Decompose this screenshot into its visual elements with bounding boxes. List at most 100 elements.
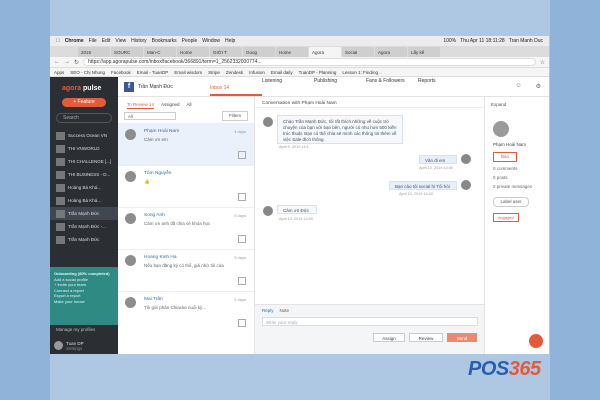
bookmark-item[interactable]: Email - TuanDP (137, 70, 169, 75)
tab-all[interactable]: All (187, 102, 192, 109)
type-select[interactable]: All (124, 112, 176, 120)
bookmark-item[interactable]: Stripe (208, 70, 220, 75)
sidebar-profile-item[interactable]: Hoàng Bá Khá... (50, 194, 118, 207)
assign-button[interactable]: Assign (373, 333, 405, 342)
send-button[interactable]: Send (447, 333, 477, 342)
agorapulse-logo[interactable]: agora pulse (50, 77, 118, 92)
sidebar-profile-item-active[interactable]: Trần Mạnh Đức (50, 207, 118, 220)
tab-note[interactable]: Note (280, 308, 290, 313)
tab-fans-followers[interactable]: Fans & Followers (366, 78, 418, 96)
menu-chrome[interactable]: Chrome (65, 38, 84, 44)
list-item[interactable]: Phạm Hoài Nam Cảm ơn em 4 days (118, 123, 254, 165)
facebook-icon: f (124, 81, 134, 92)
settings-icon[interactable]: ⚙ (536, 83, 541, 90)
sidebar-search-input[interactable]: Search (56, 113, 112, 123)
current-user[interactable]: Tuan DP Settings (50, 337, 118, 354)
avatar (125, 213, 136, 224)
forward-icon[interactable]: → (64, 59, 70, 65)
reload-icon[interactable]: ↻ (74, 59, 79, 66)
battery-status[interactable]: 100% (443, 38, 456, 44)
browser-tab[interactable]: Home (177, 47, 209, 57)
bookmark-item[interactable]: Email wisdom (174, 70, 202, 75)
onboarding-panel[interactable]: Onboarding (80% completed) Add a social … (50, 267, 118, 325)
user-menu[interactable]: Tran Manh Duc (509, 38, 543, 44)
list-item[interactable]: Tôm Nguyễn 👍 (118, 165, 254, 207)
browser-tab[interactable]: Home (276, 47, 308, 57)
list-item[interactable]: Mai Trần Tôi gửi phản Chiacke nuổi kỳ...… (118, 291, 254, 333)
menu-history[interactable]: History (131, 38, 147, 44)
reply-input[interactable]: Write your reply (262, 317, 478, 326)
menu-window[interactable]: Window (202, 38, 220, 44)
bookmark-item[interactable]: Zendesk (226, 70, 243, 75)
tab-assigned[interactable]: Assigned (161, 102, 180, 109)
browser-tab[interactable]: 2019 (78, 47, 110, 57)
avatar (461, 154, 471, 164)
expand-link[interactable]: Expand (485, 97, 549, 107)
review-checkbox[interactable] (238, 151, 246, 159)
menu-help[interactable]: Help (225, 38, 235, 44)
sidebar-profile-item[interactable]: Trần Mạnh Đức (50, 233, 118, 246)
review-button[interactable]: Review (409, 333, 443, 342)
feature-button[interactable]: + Feature (62, 98, 106, 107)
tab-reports[interactable]: Reports (418, 78, 470, 96)
review-checkbox[interactable] (238, 277, 246, 285)
bookmark-item[interactable]: SEO - Chị Nhung (70, 70, 105, 75)
filters-button[interactable]: Filters (222, 111, 248, 121)
menu-people[interactable]: People (182, 38, 198, 44)
user-tag[interactable]: engaged (493, 213, 519, 222)
star-icon[interactable]: ☆ (540, 59, 545, 66)
review-checkbox[interactable] (238, 235, 246, 243)
bookmarks-bar: Apps SEO - Chị Nhung Facebook Email - Tu… (50, 68, 549, 77)
url-field[interactable]: https://app.agorapulse.com/inbox/faceboo… (83, 58, 536, 66)
browser-tab[interactable]: Social (342, 47, 374, 57)
browser-tab[interactable]: Agora (375, 47, 407, 57)
menu-bookmarks[interactable]: Bookmarks (152, 38, 177, 44)
back-icon[interactable]: ← (54, 59, 60, 65)
clock[interactable]: Thu Apr 11 18:11:28 (460, 38, 505, 44)
bookmark-item[interactable]: Email daily (271, 70, 293, 75)
list-item[interactable]: Hoang Kinh Ha Nếu bạn đăng ký có thể, gi… (118, 249, 254, 291)
browser-tab[interactable]: Goog (243, 47, 275, 57)
ban-button[interactable]: Ban (493, 152, 517, 162)
browser-tab-active[interactable]: Agora (309, 47, 341, 57)
apple-icon[interactable]:  (56, 38, 60, 44)
browser-tab[interactable]: SOURC (111, 47, 143, 57)
onboarding-step[interactable]: Make your house (54, 299, 114, 305)
tab-to-review[interactable]: To Review 14 (127, 102, 155, 109)
sidebar-profile-item[interactable]: Trần Mạnh Đức -... (50, 220, 118, 233)
menu-view[interactable]: View (115, 38, 126, 44)
bookmark-item[interactable]: Facebook (111, 70, 131, 75)
browser-tab[interactable]: Man-C (144, 47, 176, 57)
tab-publishing[interactable]: Publishing (314, 78, 366, 96)
bookmark-item[interactable]: Infusion (249, 70, 265, 75)
sidebar-profile-item[interactable]: Success Ocean VN (50, 129, 118, 142)
account-name[interactable]: Trần Mạnh Đức (138, 84, 188, 90)
bookmark-item[interactable]: Lesson 1: Finding... (342, 70, 381, 75)
profile-name[interactable]: Phạm Hoài Nam (493, 142, 549, 147)
tab-reply[interactable]: Reply (262, 308, 274, 313)
conversation-title: Conversation with Phạm Hoài Nam (255, 97, 484, 108)
bookmark-item[interactable]: TuanDP - Planning (299, 70, 337, 75)
tab-listening[interactable]: Listening (262, 78, 314, 96)
user-icon[interactable]: ☺ (515, 83, 521, 90)
chat-support-icon[interactable] (529, 334, 543, 348)
review-checkbox[interactable] (238, 193, 246, 201)
menu-file[interactable]: File (89, 38, 97, 44)
manage-profiles-link[interactable]: Manage my profiles (50, 327, 118, 332)
avatar (125, 255, 136, 266)
sidebar-profile-item[interactable]: THI BUSINESS - D... (50, 168, 118, 181)
inbox-subtabs: To Review 14 Assigned All (118, 97, 254, 109)
browser-tab[interactable]: GIỚI T (210, 47, 242, 57)
label-user-button[interactable]: Label user (493, 197, 529, 207)
user-settings-link[interactable]: Settings (66, 346, 84, 351)
sidebar-profile-item[interactable]: THI CHALLENGE [...] (50, 155, 118, 168)
sidebar-profile-item[interactable]: THI VNWORLD (50, 142, 118, 155)
browser-tab[interactable]: Lấy kế (408, 47, 440, 57)
menu-edit[interactable]: Edit (102, 38, 111, 44)
list-item[interactable]: Song Anh Cảm ơn anh đã chia sẻ khóa học … (118, 207, 254, 249)
tab-inbox[interactable]: Inbox 14 (210, 78, 262, 96)
review-checkbox[interactable] (238, 319, 246, 327)
bookmark-item[interactable]: Apps (54, 70, 64, 75)
message-timestamp: April 10, 2019 10:00 (399, 192, 433, 196)
sidebar-profile-item[interactable]: Hoàng Bá Khá... (50, 181, 118, 194)
